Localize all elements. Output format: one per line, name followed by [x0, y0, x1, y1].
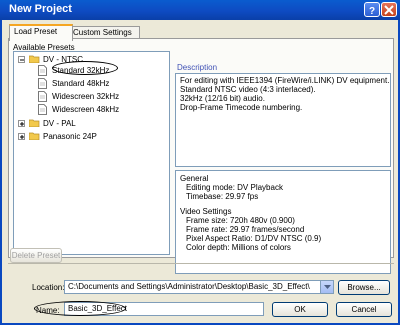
video-line: Frame size: 720h 480v (0.900): [186, 216, 295, 225]
preset-file-icon: [38, 65, 47, 76]
description-line: For editing with IEEE1394 (FireWire/i.LI…: [180, 76, 390, 85]
video-line: Frame rate: 29.97 frames/second: [186, 225, 305, 234]
title-bar[interactable]: New Project ?: [0, 0, 400, 20]
tree-label: DV - PAL: [43, 119, 76, 128]
svg-text:?: ?: [369, 6, 375, 15]
load-preset-panel: Available Presets DV - NTSC Standard 32k…: [8, 38, 394, 274]
collapse-icon[interactable]: [18, 56, 25, 63]
location-value: C:\Documents and Settings\Administrator\…: [68, 282, 310, 291]
new-project-dialog: New Project ? Load Preset Custom Setting…: [0, 0, 400, 325]
video-line: Color depth: Millions of colors: [186, 243, 291, 252]
expand-icon[interactable]: [18, 120, 25, 127]
tree-label: Panasonic 24P: [43, 132, 97, 141]
close-icon: [384, 5, 394, 15]
browse-button[interactable]: Browse...: [338, 280, 390, 295]
description-line: 32kHz (12/16 bit) audio.: [180, 94, 265, 103]
selection-circle-annotation: [52, 61, 118, 75]
general-line: Timebase: 29.97 fps: [186, 192, 259, 201]
help-button[interactable]: ?: [364, 2, 380, 17]
window-title: New Project: [9, 3, 72, 15]
ok-button[interactable]: OK: [272, 302, 328, 317]
presets-tree[interactable]: DV - NTSC Standard 32kHz Standard 48kHz …: [13, 51, 170, 255]
preset-file-icon: [38, 104, 47, 115]
preset-file-icon: [38, 78, 47, 89]
tree-label: Standard 48kHz: [52, 79, 110, 88]
video-line: Pixel Aspect Ratio: D1/DV NTSC (0.9): [186, 234, 322, 243]
description-line: Drop-Frame Timecode numbering.: [180, 103, 303, 112]
location-dropdown[interactable]: C:\Documents and Settings\Administrator\…: [64, 280, 334, 294]
cancel-button[interactable]: Cancel: [336, 302, 392, 317]
expand-icon[interactable]: [18, 133, 25, 140]
preset-file-icon: [38, 91, 47, 102]
folder-icon: [29, 132, 40, 140]
tree-label: Widescreen 48kHz: [52, 105, 120, 114]
description-line: Standard NTSC video (4:3 interlaced).: [180, 85, 316, 94]
description-label: Description: [177, 63, 218, 72]
divider: [8, 263, 394, 264]
folder-open-icon: [29, 55, 40, 63]
settings-summary-box[interactable]: General Editing mode: DV Playback Timeba…: [175, 170, 391, 274]
delete-preset-button[interactable]: Delete Preset: [10, 248, 62, 263]
folder-icon: [29, 119, 40, 127]
dialog-body: Load Preset Custom Settings Available Pr…: [0, 20, 400, 325]
video-settings-heading: Video Settings: [180, 207, 232, 216]
tab-load-preset[interactable]: Load Preset: [9, 24, 73, 41]
dropdown-button[interactable]: [320, 281, 333, 293]
close-button[interactable]: [381, 2, 397, 17]
help-icon: ?: [369, 6, 375, 15]
general-line: Editing mode: DV Playback: [186, 183, 283, 192]
name-circle-annotation: [34, 301, 126, 316]
description-box: For editing with IEEE1394 (FireWire/i.LI…: [175, 73, 391, 167]
tree-label: Widescreen 32kHz: [52, 92, 120, 101]
location-label: Location:: [32, 283, 65, 292]
chevron-down-icon: [324, 285, 331, 289]
general-heading: General: [180, 174, 209, 183]
